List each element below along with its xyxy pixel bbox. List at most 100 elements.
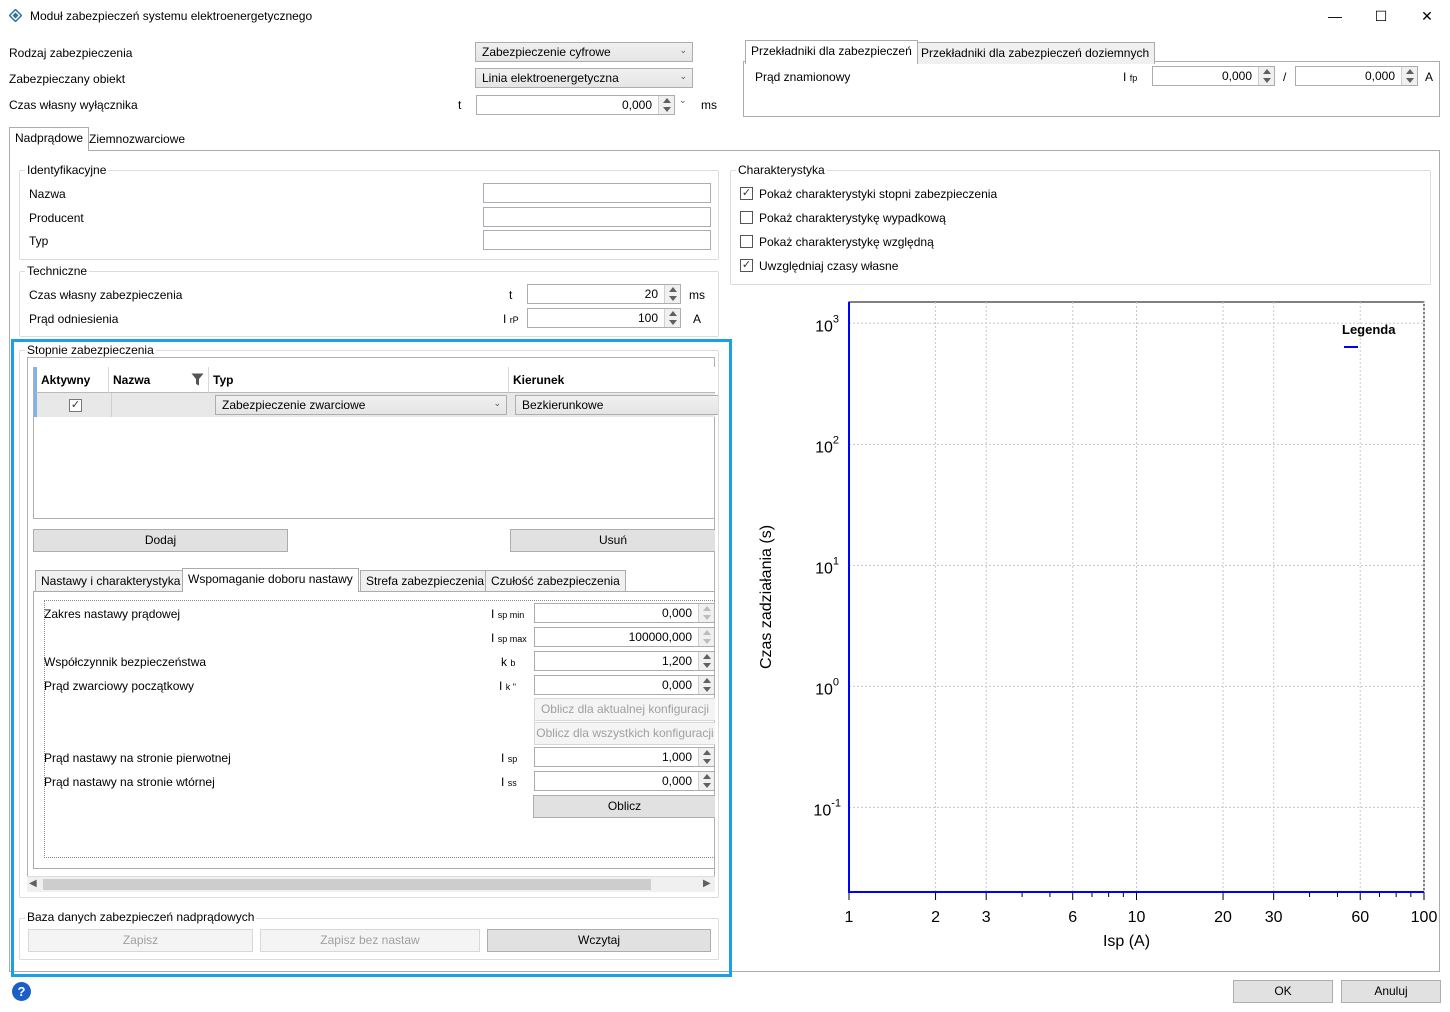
option-label[interactable]: Uwzględniaj czasy własne bbox=[759, 259, 898, 273]
x-tick-label: 100 bbox=[1411, 909, 1438, 926]
save-without-settings-button[interactable]: Zapisz bez nastaw bbox=[260, 929, 480, 952]
tab-overcurrent[interactable]: Nadprądowe bbox=[9, 127, 90, 151]
secondary-setting-symbol: I ss bbox=[501, 775, 517, 789]
tab-label: Wspomaganie doboru nastawy bbox=[188, 572, 353, 586]
protected-object-value: Linia elektroenergetyczna bbox=[482, 71, 619, 85]
option-checkbox[interactable] bbox=[740, 259, 753, 272]
table-row[interactable]: Zabezpieczenie zwarciowe ⌄ Bezkierunkowe bbox=[34, 393, 718, 417]
safety-factor-value: 1,200 bbox=[661, 654, 692, 668]
initial-current-input[interactable]: 0,000 bbox=[534, 675, 715, 695]
type-input[interactable] bbox=[483, 230, 711, 250]
option-checkbox[interactable] bbox=[740, 235, 753, 248]
spinner-icon[interactable] bbox=[698, 604, 714, 622]
column-header-type[interactable]: Typ bbox=[209, 367, 509, 393]
own-time-value: 20 bbox=[644, 287, 658, 301]
calc-all-configs-button[interactable]: Oblicz dla wszystkich konfiguracji bbox=[534, 722, 715, 745]
stage-direction-select[interactable]: Bezkierunkowe bbox=[515, 395, 718, 415]
secondary-current-input[interactable]: 0,000 bbox=[1295, 66, 1418, 86]
ok-button[interactable]: OK bbox=[1233, 980, 1333, 1003]
min-setting-input[interactable]: 0,000 bbox=[534, 603, 715, 623]
x-tick-label: 1 bbox=[845, 909, 854, 926]
option-label[interactable]: Pokaż charakterystykę wypadkową bbox=[759, 211, 946, 225]
y-tick-exponent: 3 bbox=[833, 313, 839, 325]
tab-setting-assist[interactable]: Wspomaganie doboru nastawy bbox=[182, 568, 359, 592]
spinner-icon[interactable] bbox=[658, 96, 674, 114]
tab-label: Przekładniki dla zabezpieczeń doziemnych bbox=[921, 46, 1150, 60]
max-setting-value: 100000,000 bbox=[628, 630, 692, 644]
primary-current-input[interactable]: 0,000 bbox=[1152, 66, 1275, 86]
load-button[interactable]: Wczytaj bbox=[487, 929, 711, 952]
tab-settings-characteristic[interactable]: Nastawy i charakterystyka bbox=[35, 570, 187, 592]
cancel-button[interactable]: Anuluj bbox=[1341, 980, 1441, 1003]
tab-protection-zone[interactable]: Strefa zabezpieczenia bbox=[360, 570, 491, 592]
add-stage-button[interactable]: Dodaj bbox=[33, 529, 288, 552]
range-label: Zakres nastawy prądowej bbox=[44, 607, 181, 621]
spinner-icon[interactable] bbox=[698, 772, 714, 790]
minimize-button[interactable]: — bbox=[1312, 0, 1358, 32]
primary-setting-input[interactable]: 1,000 bbox=[534, 747, 715, 767]
legend-title: Legenda bbox=[1342, 322, 1396, 337]
x-axis-label: Isp (A) bbox=[1103, 933, 1150, 950]
spinner-icon[interactable] bbox=[1401, 67, 1417, 85]
tab-protection-sensitivity[interactable]: Czułość zabezpieczenia bbox=[485, 570, 626, 592]
option-label[interactable]: Pokaż charakterystyki stopni zabezpiecze… bbox=[759, 187, 997, 201]
spinner-icon[interactable] bbox=[698, 676, 714, 694]
spinner-icon[interactable] bbox=[698, 628, 714, 646]
x-tick-label: 20 bbox=[1214, 909, 1232, 926]
secondary-setting-label: Prąd nastawy na stronie wtórnej bbox=[44, 775, 215, 789]
calculate-button[interactable]: Oblicz bbox=[533, 795, 715, 818]
name-label: Nazwa bbox=[29, 187, 66, 201]
spinner-icon[interactable] bbox=[698, 652, 714, 670]
spinner-icon[interactable] bbox=[664, 309, 680, 327]
spinner-icon[interactable] bbox=[698, 748, 714, 766]
spinner-icon[interactable] bbox=[664, 285, 680, 303]
protected-object-select[interactable]: Linia elektroenergetyczna ⌄ bbox=[475, 68, 693, 88]
remove-stage-button[interactable]: Usuń bbox=[510, 529, 715, 552]
save-button[interactable]: Zapisz bbox=[28, 929, 253, 952]
secondary-setting-input[interactable]: 0,000 bbox=[534, 771, 715, 791]
symbol: I bbox=[499, 679, 503, 693]
tab-label: Nastawy i charakterystyka bbox=[41, 574, 181, 588]
producer-input[interactable] bbox=[483, 207, 711, 227]
protection-type-select[interactable]: Zabezpieczenie cyfrowe ⌄ bbox=[475, 42, 693, 62]
column-header-active[interactable]: Aktywny bbox=[34, 367, 109, 393]
close-button[interactable]: ✕ bbox=[1404, 0, 1450, 32]
primary-setting-label: Prąd nastawy na stronie pierwotnej bbox=[44, 751, 231, 765]
scroll-left-icon[interactable]: ◀ bbox=[29, 878, 37, 889]
column-header-direction[interactable]: Kierunek bbox=[509, 367, 715, 393]
column-header-name[interactable]: Nazwa bbox=[109, 367, 209, 393]
chevron-down-icon[interactable]: ⌄ bbox=[679, 95, 687, 106]
tab-transformers[interactable]: Przekładniki dla zabezpieczeń bbox=[745, 40, 918, 64]
option-checkbox[interactable] bbox=[740, 187, 753, 200]
ref-current-input[interactable]: 100 bbox=[527, 308, 681, 328]
y-tick-exponent: 2 bbox=[833, 434, 839, 446]
symbol-sub: b bbox=[510, 658, 516, 668]
option-checkbox[interactable] bbox=[740, 211, 753, 224]
tab-earth-transformers[interactable]: Przekładniki dla zabezpieczeń doziemnych bbox=[915, 42, 1156, 64]
scrollbar-thumb[interactable] bbox=[43, 879, 651, 890]
horizontal-scrollbar[interactable]: ◀ ▶ bbox=[27, 876, 715, 892]
spinner-icon[interactable] bbox=[1258, 67, 1274, 85]
active-checkbox[interactable] bbox=[69, 399, 82, 412]
filter-icon[interactable] bbox=[191, 373, 204, 389]
symbol-sub: rP bbox=[509, 315, 519, 325]
maximize-button[interactable]: ☐ bbox=[1358, 0, 1404, 32]
symbol: I bbox=[503, 312, 507, 326]
safety-factor-input[interactable]: 1,200 bbox=[534, 651, 715, 671]
option-label[interactable]: Pokaż charakterystykę względną bbox=[759, 235, 934, 249]
stage-type-select[interactable]: Zabezpieczenie zwarciowe ⌄ bbox=[215, 395, 507, 415]
tab-earth-fault[interactable]: Ziemnozwarciowe bbox=[84, 129, 191, 151]
own-time-input[interactable]: 20 bbox=[527, 284, 681, 304]
max-setting-input[interactable]: 100000,000 bbox=[534, 627, 715, 647]
primary-setting-value: 1,000 bbox=[661, 750, 692, 764]
symbol-sub: fp bbox=[1129, 73, 1138, 83]
ref-current-unit: A bbox=[693, 312, 702, 326]
name-input[interactable] bbox=[483, 183, 711, 203]
y-tick-label: 103 bbox=[815, 313, 839, 335]
calc-current-config-button[interactable]: Oblicz dla aktualnej konfiguracji bbox=[534, 698, 715, 721]
help-icon[interactable]: ? bbox=[12, 982, 31, 1001]
scroll-right-icon[interactable]: ▶ bbox=[703, 878, 711, 889]
breaker-time-input[interactable]: 0,000 bbox=[476, 95, 675, 115]
breaker-time-label: Czas własny wyłącznika bbox=[9, 98, 138, 112]
initial-current-value: 0,000 bbox=[661, 678, 692, 692]
